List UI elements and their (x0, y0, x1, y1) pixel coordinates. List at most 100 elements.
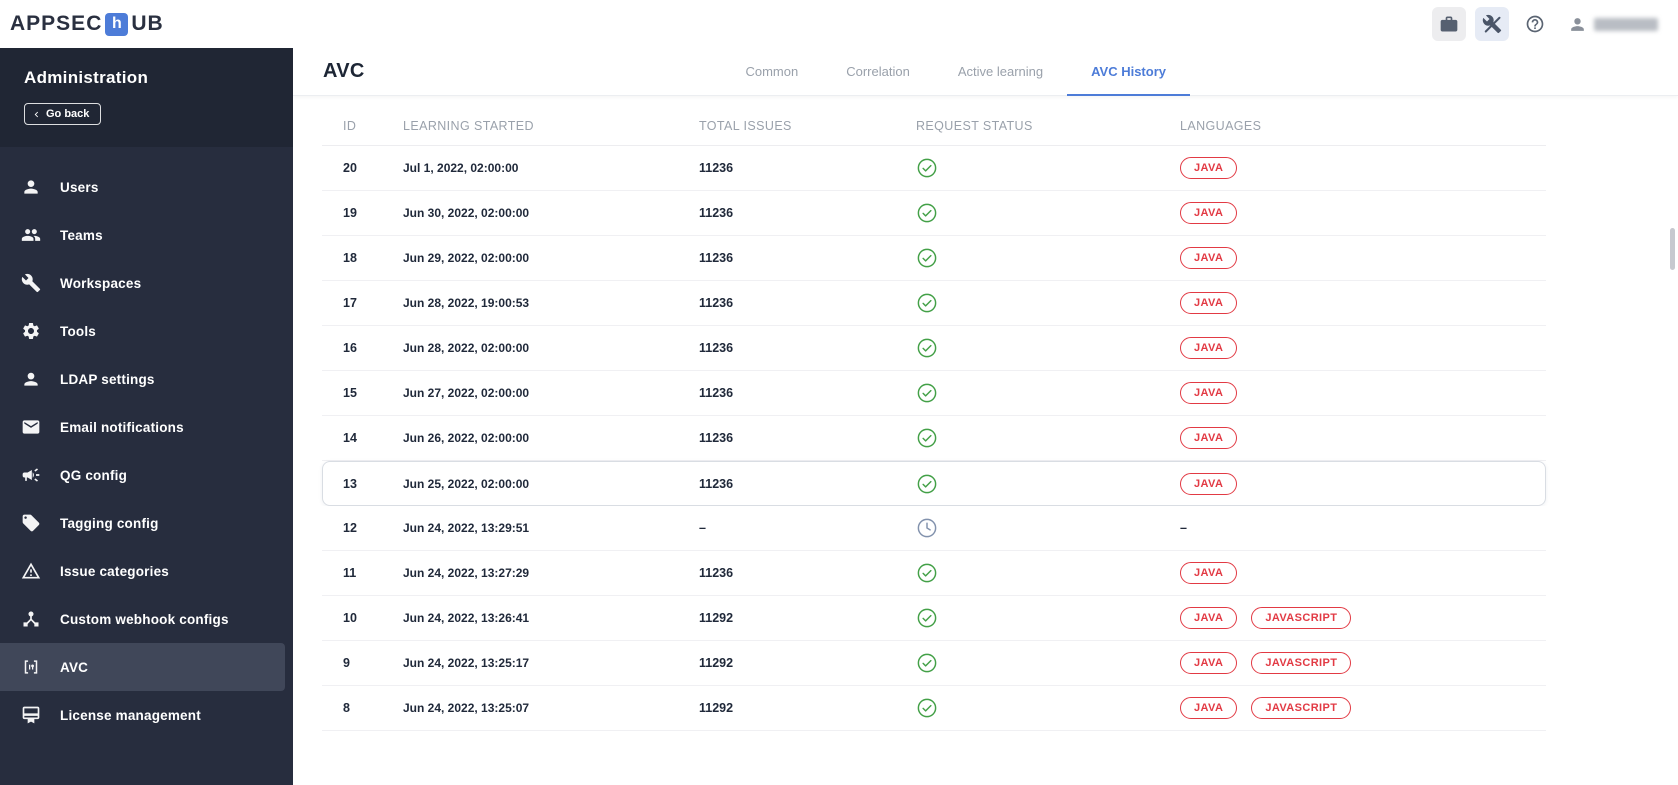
cell-id: 9 (343, 656, 350, 670)
table-row-id-8[interactable]: 8 Jun 24, 2022, 13:25:07 11292 JAVA JAVASCRI… (322, 686, 1546, 731)
sidebar-item-label: Custom webhook configs (60, 611, 229, 627)
account-icon (1571, 17, 1584, 31)
cell-learning-started: Jun 24, 2022, 13:29:51 (403, 521, 530, 535)
cell-id: 17 (343, 296, 357, 310)
language-chip: JAVA (1180, 292, 1238, 314)
table-body: 20 Jul 1, 2022, 02:00:00 11236 JAVA 19 Jun 30… (322, 146, 1546, 731)
status-success-icon (917, 338, 937, 358)
column-header-learning-started: LEARNING STARTED (403, 118, 534, 133)
sidebar-item-issue-categories[interactable]: Issue categories (0, 547, 293, 595)
tab-active-learning[interactable]: Active learning (934, 48, 1067, 96)
cell-total-issues: 11236 (699, 206, 734, 220)
language-chip: JAVA (1180, 157, 1238, 179)
cell-id: 12 (343, 521, 357, 535)
cell-languages: JAVA (1180, 247, 1546, 269)
status-success-icon (917, 474, 937, 493)
table-row-id-15[interactable]: 15 Jun 27, 2022, 02:00:00 11236 JAVA (322, 371, 1546, 416)
cell-learning-started: Jun 29, 2022, 02:00:00 (403, 251, 530, 265)
cell-request-status (916, 697, 1180, 719)
page-title: AVC (323, 60, 365, 82)
person-card-icon (21, 369, 41, 389)
cell-total-issues: 11236 (699, 296, 734, 310)
sidebar-item-label: Email notifications (60, 419, 184, 435)
cell-request-status (916, 517, 1180, 539)
tab-correlation[interactable]: Correlation (822, 48, 934, 96)
wrench-icon (21, 273, 41, 293)
cell-learning-started: Jul 1, 2022, 02:00:00 (403, 161, 519, 175)
sidebar-item-ldap-settings[interactable]: LDAP settings (0, 355, 293, 403)
table-row-id-17[interactable]: 17 Jun 28, 2022, 19:00:53 11236 JAVA (322, 281, 1546, 326)
logo-text-suffix: UB (131, 12, 164, 35)
cell-learning-started: Jun 26, 2022, 02:00:00 (403, 431, 530, 445)
admin-tools-button[interactable] (1475, 7, 1509, 41)
table-row-id-18[interactable]: 18 Jun 29, 2022, 02:00:00 11236 JAVA (322, 236, 1546, 281)
table-row-id-19[interactable]: 19 Jun 30, 2022, 02:00:00 11236 JAVA (322, 191, 1546, 236)
app-logo[interactable]: APPSEC h UB (10, 12, 164, 36)
help-button[interactable] (1518, 7, 1552, 41)
cell-learning-started: Jun 28, 2022, 02:00:00 (403, 341, 530, 355)
cell-request-status (916, 337, 1180, 359)
scrollbar[interactable] (1670, 228, 1675, 270)
table-row-id-14[interactable]: 14 Jun 26, 2022, 02:00:00 11236 JAVA (322, 416, 1546, 461)
status-pending-icon (917, 518, 937, 538)
people-icon (21, 225, 41, 245)
table-row-id-9[interactable]: 9 Jun 24, 2022, 13:25:17 11292 JAVA JAVASCRI… (322, 641, 1546, 686)
cell-request-status (916, 607, 1180, 629)
sidebar-item-tagging-config[interactable]: Tagging config (0, 499, 293, 547)
sidebar-item-teams[interactable]: Teams (0, 211, 293, 259)
cell-languages: JAVA JAVASCRIPT (1180, 652, 1546, 674)
sidebar-item-label: Tagging config (60, 515, 159, 531)
sidebar-item-license-management[interactable]: License management (0, 691, 293, 739)
table-row-id-20[interactable]: 20 Jul 1, 2022, 02:00:00 11236 JAVA (322, 146, 1546, 191)
status-success-icon (917, 608, 937, 628)
language-chip: JAVA (1180, 202, 1238, 224)
column-header-languages: LANGUAGES (1180, 118, 1262, 133)
language-chip: JAVA (1180, 427, 1238, 449)
user-icon (21, 177, 41, 197)
status-success-icon (917, 248, 937, 268)
cell-total-issues: 11236 (699, 386, 734, 400)
cell-id: 8 (343, 701, 350, 715)
sidebar-item-custom-webhook-configs[interactable]: Custom webhook configs (0, 595, 293, 643)
toolbox-button[interactable] (1432, 7, 1466, 41)
hub-icon (21, 609, 41, 629)
user-menu[interactable] (1568, 15, 1658, 34)
column-header-total-issues: TOTAL ISSUES (699, 118, 792, 133)
sidebar-item-label: Teams (60, 227, 103, 243)
cell-learning-started: Jun 27, 2022, 02:00:00 (403, 386, 530, 400)
sidebar-item-tools[interactable]: Tools (0, 307, 293, 355)
sidebar-header: Administration Go back (0, 48, 293, 147)
sidebar-item-workspaces[interactable]: Workspaces (0, 259, 293, 307)
cell-languages: JAVA (1180, 337, 1546, 359)
cell-id: 18 (343, 251, 357, 265)
status-success-icon (917, 428, 937, 448)
admin-tools-icon (1482, 14, 1502, 34)
tab-common[interactable]: Common (721, 48, 822, 96)
sidebar-item-users[interactable]: Users (0, 163, 293, 211)
cell-id: 19 (343, 206, 357, 220)
table-row-id-11[interactable]: 11 Jun 24, 2022, 13:27:29 11236 JAVA (322, 551, 1546, 596)
cell-languages: JAVA (1180, 472, 1545, 495)
main-content: AVC Common Correlation Active learning AVC … (293, 0, 1678, 731)
sidebar-nav: Users Teams Workspaces Tools LDAP settings Em… (0, 147, 293, 739)
language-chip: JAVA (1180, 697, 1238, 719)
cell-request-status (916, 652, 1180, 674)
sidebar-item-avc[interactable]: AVC (0, 643, 285, 691)
cell-request-status (916, 157, 1180, 179)
language-chip: JAVA (1180, 337, 1238, 359)
tab-avc-history[interactable]: AVC History (1067, 48, 1190, 96)
sidebar-item-email-notifications[interactable]: Email notifications (0, 403, 293, 451)
admin-sidebar: Administration Go back Users Teams Workspa… (0, 48, 293, 785)
warning-icon (21, 561, 41, 581)
sidebar-item-qg-config[interactable]: QG config (0, 451, 293, 499)
languages-empty: – (1180, 521, 1187, 535)
status-success-icon (917, 383, 937, 403)
cell-total-issues: – (699, 521, 706, 535)
table-row-id-16[interactable]: 16 Jun 28, 2022, 02:00:00 11236 JAVA (322, 326, 1546, 371)
table-row-id-10[interactable]: 10 Jun 24, 2022, 13:26:41 11292 JAVA JAVASCR… (322, 596, 1546, 641)
status-success-icon (917, 698, 937, 718)
table-row-id-12[interactable]: 12 Jun 24, 2022, 13:29:51 – – (322, 506, 1546, 551)
go-back-button[interactable]: Go back (24, 103, 102, 125)
table-row-id-13[interactable]: 13 Jun 25, 2022, 02:00:00 11236 JAVA (322, 461, 1546, 506)
status-success-icon (917, 653, 937, 673)
